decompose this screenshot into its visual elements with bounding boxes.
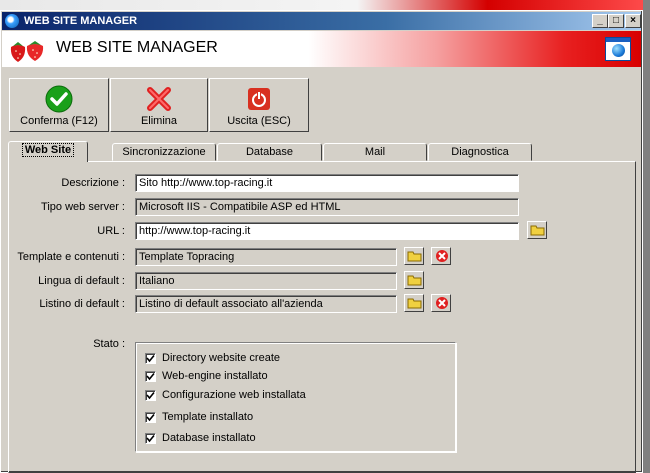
clear-icon: [436, 250, 448, 262]
clear-icon: [436, 297, 448, 309]
template-clear-button[interactable]: [431, 247, 451, 265]
check-circle-icon: [45, 85, 73, 113]
url-field[interactable]: http://www.top-racing.it: [135, 222, 519, 240]
template-installato-label: Template installato: [162, 411, 254, 423]
header-banner: WEB SITE MANAGER: [2, 31, 641, 67]
folder-icon: [407, 251, 422, 262]
descrizione-field[interactable]: Sito http://www.top-racing.it: [135, 174, 519, 192]
directory-checkbox[interactable]: [145, 353, 156, 364]
listino-clear-button[interactable]: [431, 294, 451, 312]
confirm-label: Conferma (F12): [20, 115, 98, 127]
confirm-button[interactable]: Conferma (F12): [9, 78, 109, 132]
tab-mail[interactable]: Mail: [323, 143, 427, 161]
red-x-icon: [147, 87, 171, 111]
exit-label: Uscita (ESC): [227, 115, 291, 127]
folder-icon: [407, 298, 422, 309]
window-title: WEB SITE MANAGER: [24, 15, 138, 27]
maximize-button[interactable]: □: [608, 14, 624, 28]
tab-sincronizzazione[interactable]: Sincronizzazione: [112, 143, 216, 161]
tipo-server-field[interactable]: Microsoft IIS - Compatibile ASP ed HTML: [135, 198, 519, 216]
descrizione-label: Descrizione :: [61, 177, 125, 189]
strawberries-logo: [10, 41, 44, 62]
delete-button[interactable]: Elimina: [110, 78, 208, 132]
url-browse-button[interactable]: [527, 221, 547, 239]
tab-web-site[interactable]: Web Site: [8, 141, 88, 162]
stato-group: Directory website create Web-engine inst…: [135, 342, 456, 452]
template-checkbox[interactable]: [145, 412, 156, 423]
configurazione-label: Configurazione web installata: [162, 389, 306, 401]
database-checkbox[interactable]: [145, 433, 156, 444]
lingua-field[interactable]: Italiano: [135, 272, 397, 290]
background-desktop-edge: [643, 0, 650, 473]
check-icon: [146, 372, 155, 381]
url-label: URL :: [97, 225, 125, 237]
delete-label: Elimina: [140, 115, 178, 127]
template-label: Template e contenuti :: [17, 251, 125, 263]
web-site-manager-window: WEB SITE MANAGER _ □ × WEB SITE MANAGER …: [0, 10, 643, 473]
close-button[interactable]: ×: [625, 14, 641, 28]
directory-label: Directory website create: [162, 352, 280, 364]
web-engine-label: Web-engine installato: [162, 370, 268, 382]
database-installato-label: Database installato: [162, 432, 256, 444]
lingua-browse-button[interactable]: [404, 271, 424, 289]
check-icon: [146, 391, 155, 400]
banner-title: WEB SITE MANAGER: [56, 39, 218, 56]
tab-database[interactable]: Database: [217, 143, 322, 161]
stato-label: Stato :: [93, 338, 125, 350]
configurazione-checkbox[interactable]: [145, 390, 156, 401]
web-engine-checkbox[interactable]: [145, 371, 156, 382]
listino-field[interactable]: Listino di default associato all'azienda: [135, 295, 397, 313]
tipo-server-label: Tipo web server :: [41, 201, 125, 213]
template-field[interactable]: Template Topracing: [135, 248, 397, 266]
folder-icon: [530, 225, 545, 236]
toolbar: Conferma (F12) Elimina Uscita (ESC): [7, 77, 637, 135]
check-icon: [146, 413, 155, 422]
browser-window-icon: [605, 37, 631, 61]
app-globe-icon[interactable]: [5, 14, 19, 28]
power-icon: [248, 88, 270, 110]
tab-diagnostica[interactable]: Diagnostica: [428, 143, 532, 161]
tab-bar: Web Site Sincronizzazione Database Mail …: [8, 141, 638, 162]
lingua-label: Lingua di default :: [38, 275, 125, 287]
minimize-button[interactable]: _: [592, 14, 608, 28]
template-browse-button[interactable]: [404, 247, 424, 265]
folder-icon: [407, 275, 422, 286]
check-icon: [146, 354, 155, 363]
exit-button[interactable]: Uscita (ESC): [209, 78, 309, 132]
listino-label: Listino di default :: [39, 298, 125, 310]
listino-browse-button[interactable]: [404, 294, 424, 312]
title-bar[interactable]: WEB SITE MANAGER _ □ ×: [2, 12, 641, 30]
check-icon: [146, 434, 155, 443]
